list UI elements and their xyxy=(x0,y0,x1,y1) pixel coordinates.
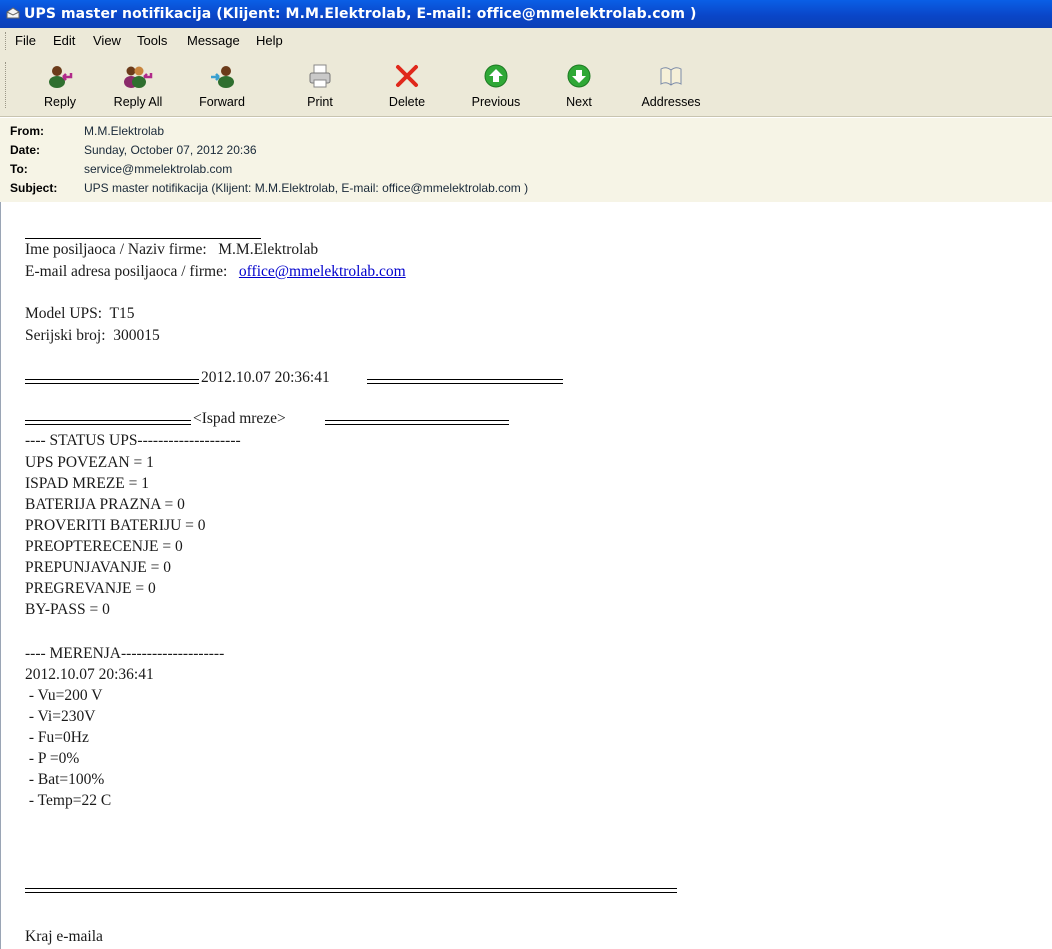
measure-line: - Fu=0Hz xyxy=(25,729,89,746)
envelope-icon xyxy=(6,7,20,19)
up-arrow-icon xyxy=(484,64,508,88)
top-rule xyxy=(25,238,261,239)
email-link[interactable]: office@mmelektrolab.com xyxy=(239,263,406,280)
next-label: Next xyxy=(566,95,592,109)
forward-icon xyxy=(211,66,234,88)
status-line: UPS POVEZAN = 1 xyxy=(25,454,154,471)
model-line: Model UPS: T15 xyxy=(25,305,135,322)
reply-label: Reply xyxy=(44,95,76,109)
toolbar: Reply Reply All Forward Print Delete Pre… xyxy=(0,54,1052,117)
subject-value: UPS master notifikacija (Klijent: M.M.El… xyxy=(84,181,529,195)
to-value: service@mmelektrolab.com xyxy=(84,162,233,176)
printer-icon xyxy=(309,64,331,88)
reply-button[interactable]: Reply xyxy=(28,60,92,112)
menu-help[interactable]: Help xyxy=(256,33,283,48)
address-book-icon xyxy=(660,67,682,86)
measure-line: - Bat=100% xyxy=(25,771,105,788)
print-label: Print xyxy=(307,95,333,109)
footer-line: Kraj e-maila xyxy=(25,928,103,945)
sender-line: Ime posiljaoca / Naziv firme: M.M.Elektr… xyxy=(25,241,319,258)
measure-line: - Temp=22 C xyxy=(25,792,112,809)
message-body[interactable]: Ime posiljaoca / Naziv firme: M.M.Elektr… xyxy=(0,202,1052,949)
previous-label: Previous xyxy=(471,95,521,109)
reply-all-icon xyxy=(124,66,153,88)
delete-button[interactable]: Delete xyxy=(375,60,439,112)
email-label: E-mail adresa posiljaoca / firme: xyxy=(25,263,239,280)
menu-message[interactable]: Message xyxy=(187,33,240,48)
menu-grip[interactable] xyxy=(5,32,9,50)
measure-line: - Vi=230V xyxy=(25,708,96,725)
reply-all-label: Reply All xyxy=(113,95,163,109)
delete-icon xyxy=(396,65,418,87)
email-line: E-mail adresa posiljaoca / firme: office… xyxy=(25,263,406,281)
measure-line: - Vu=200 V xyxy=(25,687,103,704)
status-line: BATERIJA PRAZNA = 0 xyxy=(25,496,185,513)
title-bar[interactable]: UPS master notifikacija (Klijent: M.M.El… xyxy=(0,0,1052,28)
date-label: Date: xyxy=(10,143,41,157)
down-arrow-icon xyxy=(567,64,591,88)
reply-all-button[interactable]: Reply All xyxy=(106,60,170,112)
status-line: PREPUNJAVANJE = 0 xyxy=(25,559,171,576)
status-title: ---- STATUS UPS-------------------- xyxy=(25,432,241,449)
toolbar-grip[interactable] xyxy=(5,62,9,108)
delete-label: Delete xyxy=(388,95,426,109)
timestamp-header: 2012.10.07 20:36:41 xyxy=(201,369,330,386)
double-rule xyxy=(325,420,509,425)
measure-title: ---- MERENJA-------------------- xyxy=(25,645,225,662)
addresses-button[interactable]: Addresses xyxy=(633,60,709,112)
date-value: Sunday, October 07, 2012 20:36 xyxy=(84,143,257,157)
status-line: PREOPTERECENJE = 0 xyxy=(25,538,183,555)
to-label: To: xyxy=(10,162,28,176)
message-header: From: M.M.Elektrolab Date: Sunday, Octob… xyxy=(0,117,1052,203)
addresses-label: Addresses xyxy=(641,95,701,109)
double-rule xyxy=(25,888,677,893)
next-button[interactable]: Next xyxy=(547,60,611,112)
event-label: <Ispad mreze> xyxy=(193,410,286,427)
from-value: M.M.Elektrolab xyxy=(84,124,165,138)
reply-icon xyxy=(49,66,73,88)
window-title: UPS master notifikacija (Klijent: M.M.El… xyxy=(24,6,697,22)
measure-line: - P =0% xyxy=(25,750,80,767)
status-line: ISPAD MREZE = 1 xyxy=(25,475,150,492)
print-button[interactable]: Print xyxy=(288,60,352,112)
status-line: PROVERITI BATERIJU = 0 xyxy=(25,517,206,534)
double-rule xyxy=(25,420,191,425)
double-rule xyxy=(367,379,563,384)
status-line: BY-PASS = 0 xyxy=(25,601,110,618)
menu-view[interactable]: View xyxy=(93,33,121,48)
serial-line: Serijski broj: 300015 xyxy=(25,327,160,344)
forward-label: Forward xyxy=(199,95,245,109)
measure-time: 2012.10.07 20:36:41 xyxy=(25,666,154,683)
menu-file[interactable]: File xyxy=(15,33,36,48)
menu-bar: File Edit View Tools Message Help xyxy=(0,28,1052,54)
menu-tools[interactable]: Tools xyxy=(137,33,167,48)
forward-button[interactable]: Forward xyxy=(190,60,254,112)
from-label: From: xyxy=(10,124,44,138)
status-line: PREGREVANJE = 0 xyxy=(25,580,156,597)
double-rule xyxy=(25,379,199,384)
previous-button[interactable]: Previous xyxy=(464,60,528,112)
menu-edit[interactable]: Edit xyxy=(53,33,75,48)
subject-label: Subject: xyxy=(10,181,58,195)
